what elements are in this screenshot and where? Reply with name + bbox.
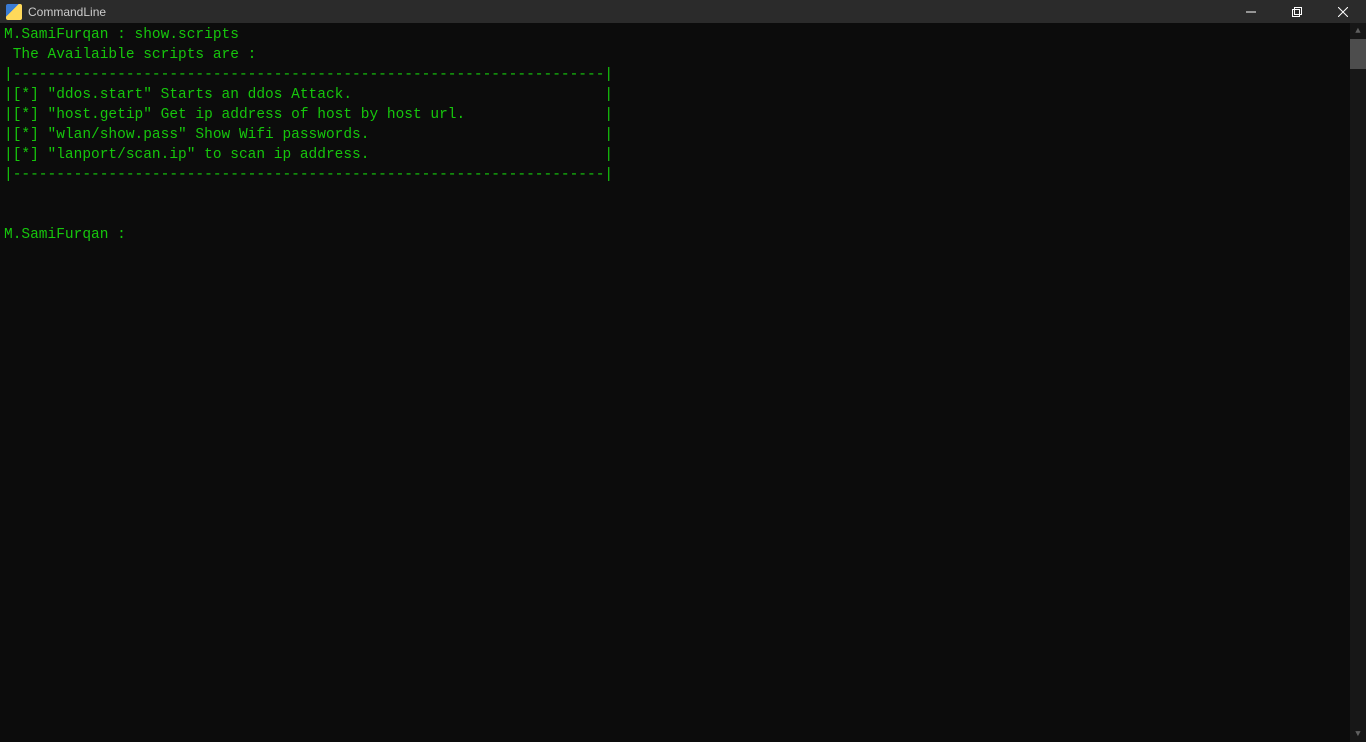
maximize-button[interactable] [1274,0,1320,23]
minimize-button[interactable] [1228,0,1274,23]
terminal-line: |[*] "lanport/scan.ip" to scan ip addres… [4,147,613,163]
scroll-thumb[interactable] [1350,39,1366,69]
scroll-down-arrow-icon[interactable]: ▼ [1350,726,1366,742]
terminal-line: |[*] "host.getip" Get ip address of host… [4,107,613,123]
terminal-area[interactable]: M.SamiFurqan : show.scripts The Availaib… [0,23,1366,742]
terminal-line: |---------------------------------------… [4,167,613,183]
window-controls [1228,0,1366,23]
app-icon [6,4,22,20]
terminal-output: M.SamiFurqan : show.scripts The Availaib… [0,23,1366,247]
terminal-line: M.SamiFurqan : show.scripts [4,27,239,43]
terminal-line: |---------------------------------------… [4,67,613,83]
scroll-up-arrow-icon[interactable]: ▲ [1350,23,1366,39]
terminal-line: |[*] "wlan/show.pass" Show Wifi password… [4,127,613,143]
window-titlebar[interactable]: CommandLine [0,0,1366,23]
terminal-line: |[*] "ddos.start" Starts an ddos Attack.… [4,87,613,103]
window-title: CommandLine [28,5,106,19]
terminal-prompt: M.SamiFurqan : [4,227,135,243]
close-button[interactable] [1320,0,1366,23]
terminal-line: The Availaible scripts are : [4,47,256,63]
vertical-scrollbar[interactable]: ▲ ▼ [1350,23,1366,742]
